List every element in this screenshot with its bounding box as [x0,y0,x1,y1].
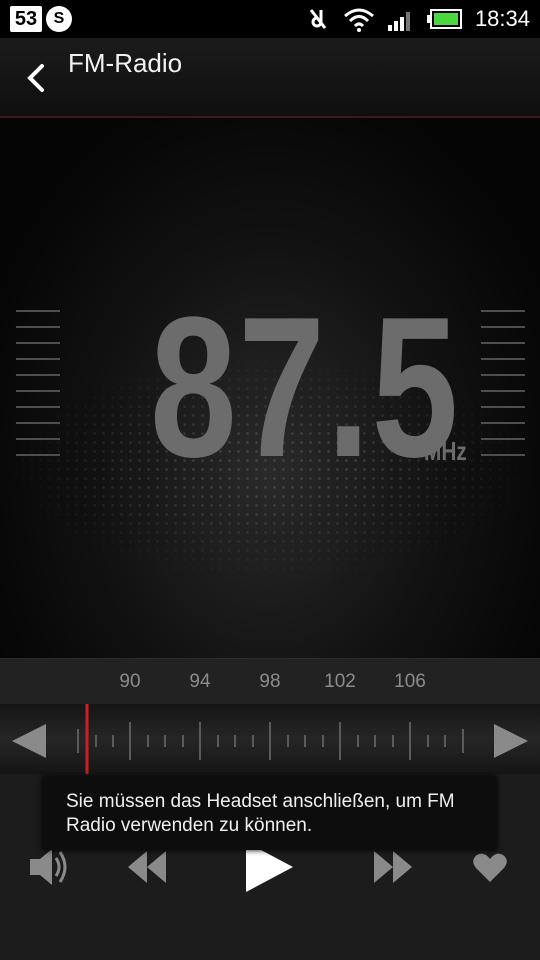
heart-icon[interactable] [473,853,507,882]
app-bar: FM-Radio [0,38,540,118]
clock: 18:34 [474,6,530,31]
triangle-right-icon[interactable] [494,724,528,758]
scale-label: 102 [324,671,356,692]
tuner-strip[interactable] [0,704,540,774]
frequency-value: 87.5 [150,276,460,499]
toast-message: Sie müssen das Headset anschließen, um F… [66,791,455,836]
right-level-lines [481,310,525,470]
page-title: FM-Radio [68,48,183,78]
triangle-left-icon[interactable] [12,724,46,758]
back-arrow-icon[interactable] [22,60,50,96]
scale-label: 90 [119,671,141,692]
frequency-unit: MHz [424,436,467,466]
scale-label: 98 [259,671,281,692]
wifi-icon [343,8,374,32]
left-level-lines [16,310,60,470]
notification-count-badge: 53 [10,6,42,32]
speaker-icon[interactable] [30,849,67,885]
scale-label: 106 [394,671,426,692]
scale-label: 94 [189,671,211,692]
headset-toast: Sie müssen das Headset anschließen, um F… [42,776,497,850]
fast-forward-icon[interactable] [374,851,412,883]
mute-icon [309,9,327,29]
tuner-ticks [77,722,464,760]
rewind-icon[interactable] [128,851,166,883]
status-right: 18:34 [305,0,530,38]
signal-icon [387,12,410,31]
frequency-scale: 90 94 98 102 106 [0,658,540,705]
frequency-display: 87.5 MHz [0,118,540,658]
sync-icon: S [46,6,72,32]
status-bar: 53 S 18:34 [0,0,540,38]
battery-icon [426,9,462,29]
